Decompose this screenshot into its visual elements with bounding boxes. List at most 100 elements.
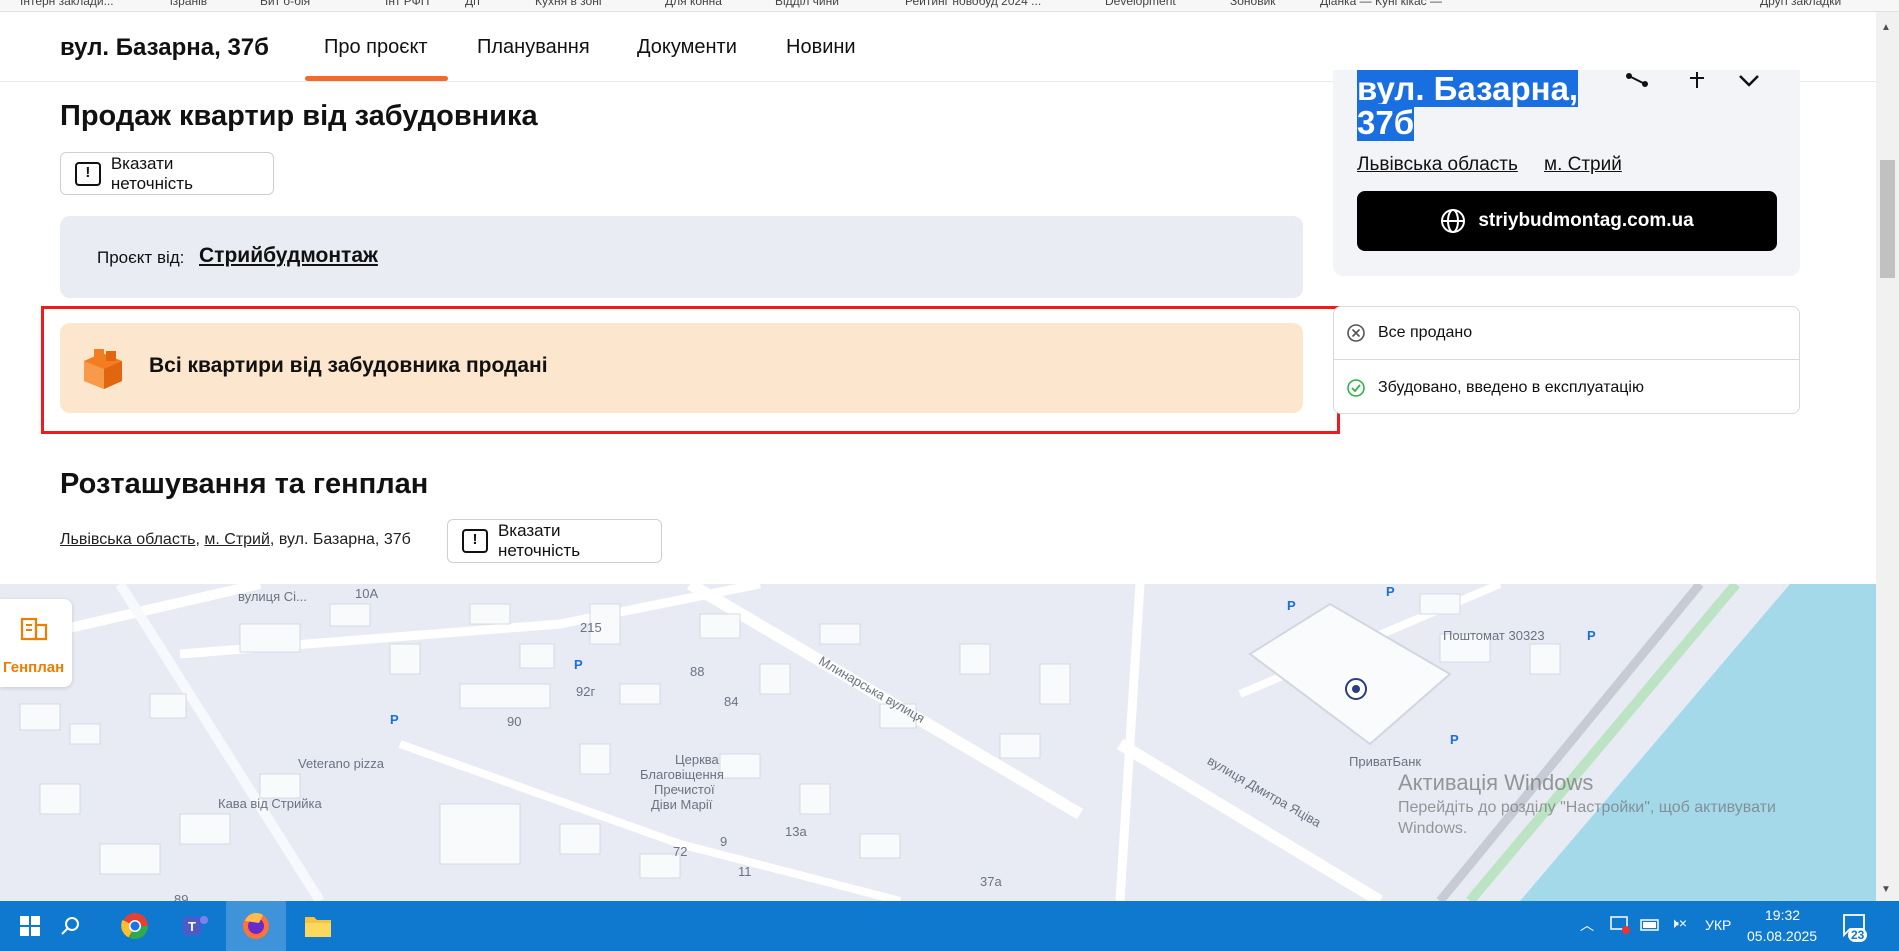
windows-logo-icon (20, 916, 40, 936)
parking-icon: P (1450, 732, 1459, 747)
breadcrumb-street: вул. Базарна, 37б (278, 531, 411, 548)
bookmarks-bar: Інтерн заклади... ізранів Бит о-бія Інт … (0, 0, 1899, 12)
folder-icon (305, 917, 331, 937)
report-icon (462, 529, 488, 553)
x-circle-icon (1347, 324, 1365, 342)
breadcrumb-region[interactable]: Львівська область (60, 531, 195, 548)
teams-icon: T (183, 916, 208, 935)
tab-about[interactable]: Про проєкт (324, 36, 428, 59)
report-inaccuracy-button[interactable]: Вказати неточність (60, 152, 274, 195)
bookmark[interactable]: Зоновик (1230, 0, 1276, 8)
svg-text:T: T (188, 919, 196, 934)
tray-language[interactable]: УКР (1705, 917, 1731, 933)
firefox-icon (243, 912, 269, 939)
map-label-church: Благовіщення (640, 767, 724, 782)
developer-link[interactable]: Стрийбудмонтаж (199, 244, 378, 268)
parking-icon: P (390, 712, 399, 727)
tab-news[interactable]: Новини (786, 36, 856, 59)
scroll-thumb[interactable] (1880, 160, 1895, 278)
map-label: 72 (673, 844, 688, 859)
taskbar-teams[interactable]: T (165, 901, 225, 951)
bookmark[interactable]: Бит о-бія (260, 0, 310, 8)
map-label-poi: ПриватБанк (1349, 754, 1422, 769)
genplan-button[interactable]: Генплан (0, 599, 72, 687)
map-label: 13а (785, 824, 807, 839)
status-built: Збудовано, введено в експлуатацію (1334, 361, 1799, 414)
map-label-poi: Поштомат 30323 (1443, 628, 1545, 643)
map-label-church: Пречистої (654, 782, 715, 797)
bookmark[interactable]: Інт РФП (385, 0, 429, 8)
sold-out-notice: Всі квартири від забудовника продані (60, 323, 1303, 413)
taskbar-firefox[interactable] (226, 901, 286, 951)
map-label: 88 (690, 664, 705, 679)
map-label: 90 (507, 714, 522, 729)
globe-icon (1441, 209, 1466, 233)
bookmark[interactable]: Відділ чини (775, 0, 839, 8)
notifications-badge: 23 (1848, 928, 1868, 942)
summary-title-line2: 37б (1357, 104, 1415, 141)
parking-icon: P (1386, 584, 1395, 599)
project-developer-box: Проєкт від: Стрийбудмонтаж (60, 216, 1303, 298)
activation-text: Windows. (1398, 820, 1468, 837)
project-summary-card: вул. Базарна, 37б Львівська область м. С… (1333, 70, 1800, 276)
tray-time[interactable]: 19:32 (1765, 907, 1800, 923)
tray-chevron-up-icon[interactable]: ︿ (1580, 915, 1594, 935)
sales-heading: Продаж квартир від забудовника (60, 100, 538, 132)
chevron-down-icon[interactable] (1738, 74, 1760, 88)
boxes-icon (84, 349, 122, 389)
map-label: 11 (738, 864, 752, 879)
map-label-church: Церква (675, 752, 719, 767)
report-button-label: Вказати неточність (110, 153, 193, 193)
tray-network-icon[interactable] (1609, 915, 1631, 935)
check-circle-icon (1347, 378, 1365, 397)
map-label: 10А (355, 586, 379, 601)
activation-text: Перейдіть до розділу "Настройки", щоб ак… (1398, 799, 1776, 816)
bookmark[interactable]: Діанка — Куні кікас — (1320, 0, 1442, 8)
taskbar-chrome[interactable] (105, 901, 165, 951)
scroll-up-arrow[interactable]: ▲ (1881, 22, 1891, 33)
tray-battery-icon[interactable] (1640, 918, 1662, 932)
report-inaccuracy-button-location[interactable]: Вказати неточність (447, 519, 662, 563)
bookmark[interactable]: Development (1105, 0, 1176, 8)
share-icon[interactable] (1623, 70, 1651, 94)
chrome-icon (121, 913, 149, 940)
address-breadcrumb: Львівська область, м. Стрий, вул. Базарн… (60, 531, 411, 548)
taskbar-explorer[interactable] (288, 901, 348, 951)
bookmark[interactable]: Рейтинг новобуд 2024 ... (905, 0, 1041, 8)
bookmark[interactable]: Другі закладки (1760, 0, 1841, 8)
bookmark[interactable]: Для конна (665, 0, 722, 8)
map-label: 84 (724, 694, 739, 709)
report-icon (75, 161, 101, 186)
map[interactable]: вулиця Сі... 10А 215 92г 90 88 84 Vetera… (0, 584, 1876, 901)
parking-icon: P (1287, 598, 1296, 613)
tab-planning[interactable]: Планування (477, 36, 590, 59)
pin-icon[interactable] (1685, 70, 1709, 94)
genplan-label: Генплан (3, 659, 65, 676)
website-label: striybudmontag.com.ua (1478, 210, 1694, 231)
summary-region-link[interactable]: Львівська область (1357, 154, 1518, 176)
map-label-poi: Veterano pizza (298, 756, 385, 771)
location-marker-icon[interactable] (1343, 676, 1369, 702)
tray-volume-icon[interactable]: 🕨× (1670, 915, 1687, 932)
map-label: 37а (980, 874, 1002, 889)
building-icon (20, 617, 48, 641)
bookmark[interactable]: Інтерн заклади... (20, 0, 114, 8)
tab-documents[interactable]: Документи (637, 36, 737, 59)
page-title: вул. Базарна, 37б (60, 34, 269, 61)
bookmark[interactable]: ізранів (170, 0, 207, 8)
summary-title: вул. Базарна, (1357, 70, 1579, 107)
page-scrollbar[interactable]: ▲ ▼ (1876, 12, 1899, 901)
map-label: 89 (174, 892, 189, 901)
summary-city-link[interactable]: м. Стрий (1544, 154, 1622, 176)
website-button[interactable]: striybudmontag.com.ua (1357, 191, 1777, 251)
sold-out-text: Всі квартири від забудовника продані (149, 354, 548, 377)
parking-icon: P (574, 657, 583, 672)
map-label-poi: Кава від Стрийка (218, 796, 322, 811)
tray-date[interactable]: 05.08.2025 (1747, 928, 1817, 944)
scroll-down-arrow[interactable]: ▼ (1881, 884, 1891, 895)
breadcrumb-city[interactable]: м. Стрий (204, 531, 270, 548)
search-button[interactable] (40, 901, 100, 951)
map-label: 215 (580, 620, 602, 635)
bookmark[interactable]: Діт (465, 0, 481, 8)
bookmark[interactable]: Кухня в зоні (535, 0, 602, 8)
